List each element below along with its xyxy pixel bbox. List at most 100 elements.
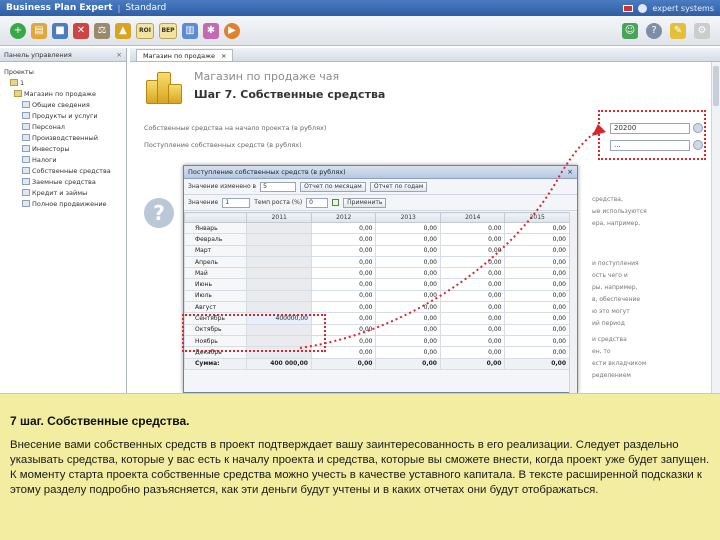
monthly-report-button[interactable]: Отчет по месяцам	[300, 181, 366, 192]
tree-root[interactable]: Проекты	[4, 66, 122, 77]
tree-item[interactable]: Магазин по продаже	[4, 88, 122, 99]
question-icon[interactable]: ?	[646, 22, 662, 39]
tree-item[interactable]: Кредит и займы	[4, 187, 122, 198]
tree-item[interactable]: 1	[4, 77, 122, 88]
play-icon[interactable]: ▶	[224, 22, 240, 39]
value-cell[interactable]: 0,00	[504, 221, 570, 235]
value-cell[interactable]: 0,00	[439, 312, 506, 325]
tools-icon[interactable]: ⚙	[694, 22, 710, 39]
add-icon[interactable]: +	[10, 22, 26, 39]
tree-item[interactable]: Собственные средства	[4, 165, 122, 176]
tree-item[interactable]: Персонал	[4, 121, 122, 132]
value-cell[interactable]	[246, 221, 312, 235]
value-cell[interactable]: 0,00	[504, 244, 570, 257]
tab-project[interactable]: Магазин по продаже ×	[136, 49, 234, 61]
value-cell[interactable]: 0,00	[310, 221, 377, 235]
value-cell[interactable]	[246, 278, 312, 291]
delete-icon[interactable]: ✕	[73, 22, 89, 39]
value-cell[interactable]: 0,00	[375, 312, 441, 325]
value-cell[interactable]: 0,00	[375, 221, 441, 235]
value-cell[interactable]: 0,00	[310, 267, 377, 280]
value-cell[interactable]: 0,00	[504, 233, 570, 246]
chart-icon[interactable]: ▥	[182, 22, 198, 39]
value-cell[interactable]: 0,00	[439, 267, 506, 280]
value-cell[interactable]: 0,00	[504, 334, 570, 348]
tree-item[interactable]: Налоги	[4, 154, 122, 165]
value-cell[interactable]: 0,00	[439, 346, 506, 359]
value-cell[interactable]: 0,00	[439, 301, 506, 314]
value-cell[interactable]: 0,00	[504, 267, 570, 280]
yearly-report-button[interactable]: Отчет по годам	[369, 181, 428, 192]
value-cell[interactable]: 0,00	[439, 278, 506, 291]
value-cell[interactable]: 0,00	[439, 334, 506, 348]
value-cell[interactable]: 0,00	[504, 301, 570, 314]
value-cell[interactable]	[246, 301, 312, 314]
dialog-scrollbar[interactable]	[569, 212, 577, 393]
value-cell[interactable]: 0,00	[375, 334, 441, 348]
warning-icon[interactable]: ▲	[115, 22, 131, 39]
value-cell[interactable]: 0,00	[375, 301, 441, 314]
document-scrollbar[interactable]	[711, 62, 720, 393]
tree-item[interactable]: Полное продвижение	[4, 198, 122, 209]
value-cell[interactable]: 0,00	[375, 255, 441, 269]
save-icon[interactable]: ■	[52, 22, 68, 39]
value-cell[interactable]: 0,00	[310, 278, 377, 291]
close-icon[interactable]: ×	[116, 51, 122, 59]
close-tab-icon[interactable]: ×	[221, 52, 226, 60]
value-cell[interactable]: 0,00	[375, 244, 441, 257]
value-cell[interactable]: 0,00	[375, 323, 441, 336]
value-cell[interactable]: 0,00	[504, 323, 570, 336]
value-cell[interactable]: 0,00	[375, 278, 441, 291]
break-even-icon[interactable]: BEP	[159, 22, 177, 39]
checkbox[interactable]	[332, 199, 340, 206]
open-icon[interactable]: ▤	[31, 22, 47, 39]
tree-item[interactable]: Продукты и услуги	[4, 110, 122, 121]
value-input[interactable]: 1	[222, 197, 251, 208]
language-flag-icon[interactable]	[623, 4, 634, 12]
value-cell[interactable]: 0,00	[310, 301, 377, 314]
growth-input[interactable]: 0	[306, 197, 329, 208]
value-cell[interactable]	[246, 267, 312, 280]
value-cell[interactable]: 0,00	[504, 278, 570, 291]
roi-icon[interactable]: ROI	[136, 22, 154, 39]
value-cell[interactable]: 0,00	[375, 267, 441, 280]
help-icon[interactable]	[638, 3, 648, 13]
value-cell[interactable]: 0,00	[375, 289, 441, 303]
value-cell[interactable]: 0,00	[375, 233, 441, 246]
tree-root-label: Проекты	[4, 67, 34, 76]
value-cell[interactable]: 0,00	[439, 244, 506, 257]
value-cell[interactable]	[246, 255, 312, 269]
value-cell[interactable]: 0,00	[504, 289, 570, 303]
value-cell[interactable]: 0,00	[310, 244, 377, 257]
tree-item[interactable]: Общие сведения	[4, 99, 122, 110]
value-cell[interactable]	[246, 244, 312, 257]
pencil-icon[interactable]: ✎	[670, 22, 686, 39]
scales-icon[interactable]: ⚖	[94, 22, 110, 39]
value-cell[interactable]: 0,00	[439, 221, 506, 235]
value-cell[interactable]: 0,00	[439, 323, 506, 336]
value-cell[interactable]: 0,00	[439, 233, 506, 246]
value-cell[interactable]: 0,00	[504, 346, 570, 359]
value-cell[interactable]: 0,00	[375, 346, 441, 359]
value-cell[interactable]: 0,00	[439, 289, 506, 303]
close-icon[interactable]: ×	[567, 168, 573, 176]
value-cell[interactable]: 0,00	[310, 255, 377, 269]
document-icon	[22, 189, 30, 196]
value-cell[interactable]: 0,00	[504, 312, 570, 325]
apply-button[interactable]: Применить	[343, 197, 387, 208]
value-cell[interactable]: 0,00	[310, 289, 377, 303]
tool-icon[interactable]: ✱	[203, 22, 219, 39]
value-cell[interactable]: 0,00	[439, 255, 506, 269]
value-cell[interactable]: 0,00	[504, 255, 570, 269]
user-icon[interactable]: ☺	[622, 22, 638, 39]
value-cell[interactable]: 0,00	[310, 233, 377, 246]
tree-item[interactable]: Заемные средства	[4, 176, 122, 187]
tree-item[interactable]: Производственный	[4, 132, 122, 143]
month-label: Январь	[183, 221, 248, 235]
period-select[interactable]: 5	[260, 181, 297, 192]
hint-line: ен, то	[592, 348, 611, 355]
value-cell[interactable]	[246, 289, 312, 303]
sum-cell: 0,00	[375, 357, 441, 370]
tree-item[interactable]: Инвесторы	[4, 143, 122, 154]
value-cell[interactable]	[246, 233, 312, 246]
